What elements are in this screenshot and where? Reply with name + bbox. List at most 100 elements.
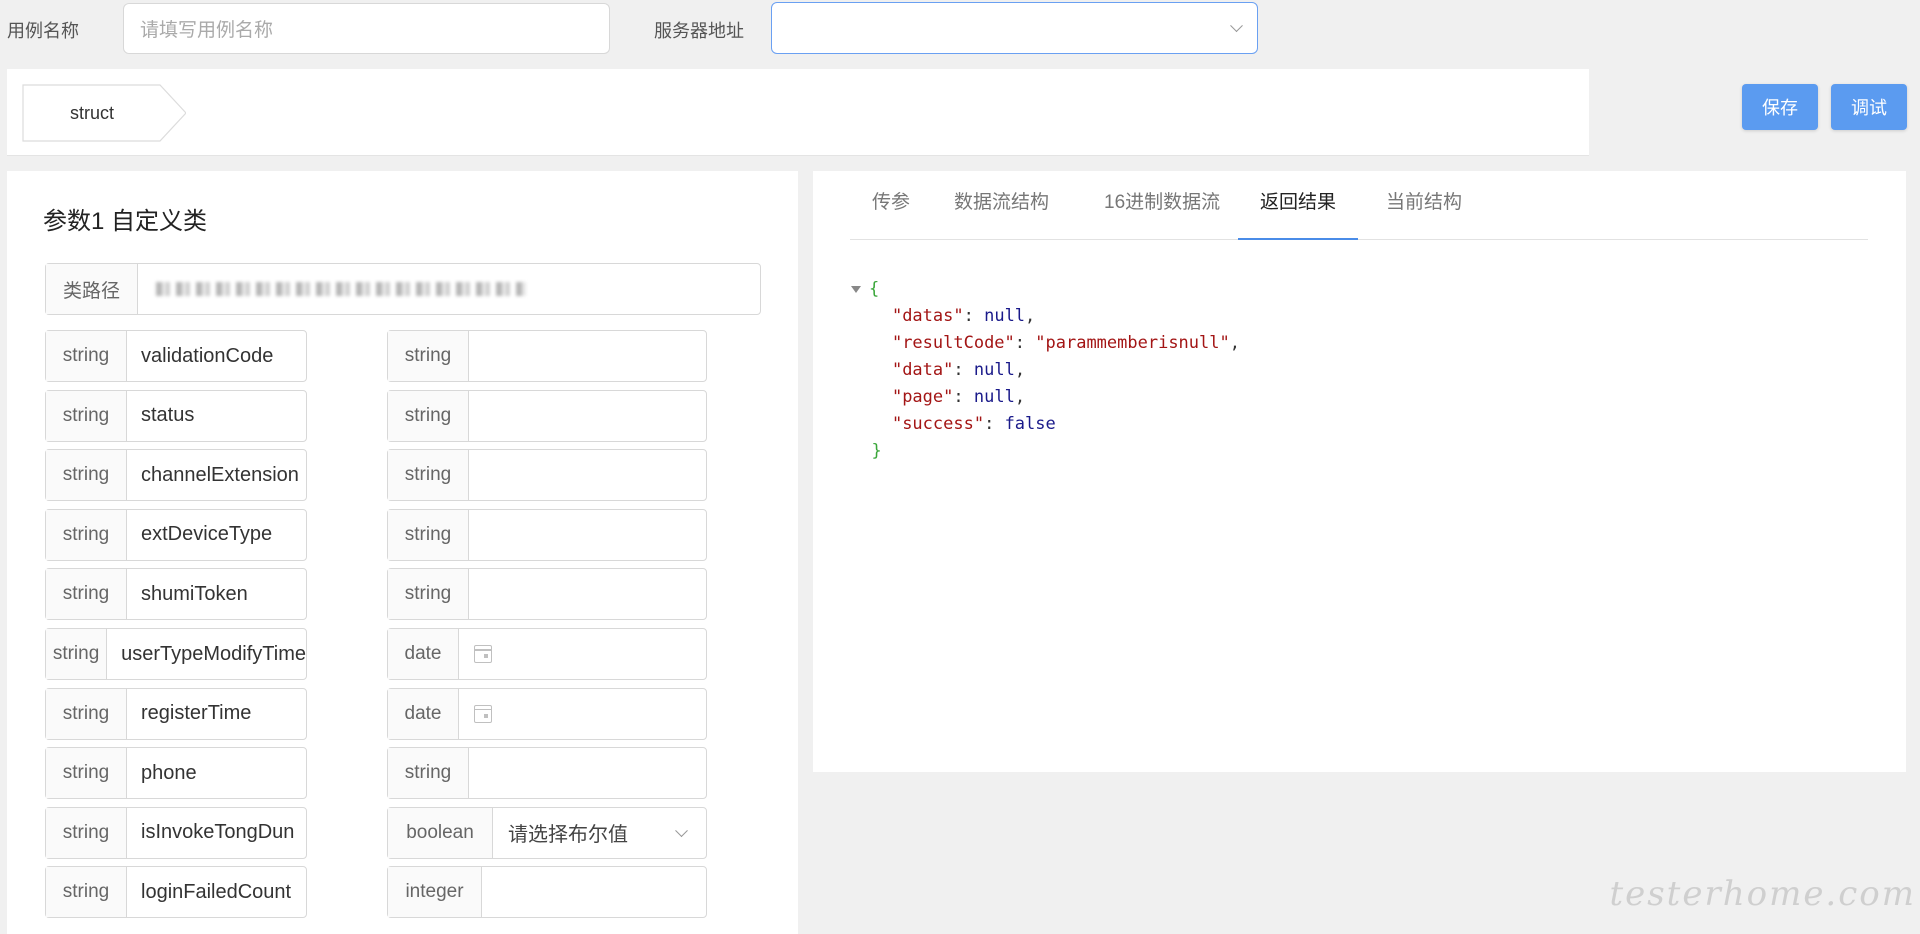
- field-row: string status string: [45, 389, 707, 442]
- json-value: null: [973, 387, 1015, 407]
- field-name-input[interactable]: string userTypeModifyTime: [45, 628, 307, 680]
- struct-tag[interactable]: struct: [22, 84, 186, 142]
- field-value-input[interactable]: string: [387, 330, 707, 382]
- server-address-label: 服务器地址: [654, 21, 744, 41]
- field-type-label: string: [46, 509, 127, 560]
- field-value-input[interactable]: integer: [387, 866, 707, 919]
- json-line: "data": null,: [891, 360, 1026, 380]
- json-line: "success": false: [891, 414, 1056, 434]
- tab-2[interactable]: 16进制数据流: [1082, 171, 1242, 240]
- field-type-label: string: [46, 867, 127, 918]
- json-value: null: [973, 360, 1015, 380]
- field-name-value: registerTime: [141, 702, 252, 725]
- field-row: string registerTime date: [45, 687, 707, 740]
- field-name-input[interactable]: string loginFailedCount: [45, 866, 307, 919]
- field-name-value: loginFailedCount: [141, 880, 292, 903]
- field-value-input[interactable]: boolean 请选择布尔值: [387, 806, 707, 859]
- field-value-input[interactable]: string: [387, 747, 707, 800]
- field-type-label: string: [46, 748, 127, 799]
- case-name-label: 用例名称: [7, 21, 79, 41]
- field-name-input[interactable]: string channelExtension: [45, 449, 307, 502]
- value-field[interactable]: [482, 867, 706, 917]
- debug-button[interactable]: 调试: [1831, 84, 1907, 130]
- boolean-select-placeholder: 请选择布尔值: [508, 824, 628, 847]
- field-name-value: status: [141, 404, 195, 427]
- chevron-down-icon: [1230, 19, 1243, 33]
- field-name-value: extDeviceType: [141, 523, 273, 546]
- field-row: string phone string: [45, 747, 707, 800]
- field-name-input[interactable]: string shumiToken: [45, 568, 307, 621]
- field-name-input[interactable]: string phone: [45, 747, 307, 800]
- json-key: "datas": [891, 306, 964, 326]
- save-button[interactable]: 保存: [1742, 84, 1818, 130]
- value-type-label: integer: [388, 867, 482, 918]
- tab-1[interactable]: 数据流结构: [932, 171, 1071, 240]
- field-type-label: string: [46, 807, 127, 858]
- parameter-title: 参数1 自定义类: [43, 208, 208, 235]
- field-value-input[interactable]: date: [387, 687, 707, 740]
- field-name-value: channelExtension: [141, 463, 299, 486]
- class-path-value-redacted: [138, 264, 760, 314]
- value-field[interactable]: [459, 689, 706, 739]
- json-brace: }: [871, 441, 882, 461]
- field-row: string isInvokeTongDun boolean 请选择布尔值: [45, 806, 707, 859]
- tab-4[interactable]: 当前结构: [1364, 171, 1484, 240]
- json-key: "page": [891, 387, 954, 407]
- value-field[interactable]: [469, 569, 706, 619]
- tab-0[interactable]: 传参: [850, 171, 932, 240]
- value-field[interactable]: [459, 629, 706, 679]
- json-line: "datas": null,: [891, 306, 1036, 326]
- field-name-value: validationCode: [141, 344, 274, 367]
- field-name-value: phone: [141, 761, 197, 784]
- field-type-label: string: [46, 450, 127, 501]
- field-value-input[interactable]: string: [387, 568, 707, 621]
- field-name-input[interactable]: string status: [45, 389, 307, 442]
- field-row: string shumiToken string: [45, 568, 707, 621]
- json-line: "resultCode": "parammemberisnull",: [891, 333, 1240, 353]
- json-key: "data": [891, 360, 954, 380]
- parameter-panel: 参数1 自定义类 类路径 string validationCode string s…: [7, 171, 798, 934]
- value-field[interactable]: [469, 331, 706, 381]
- value-type-label: string: [388, 569, 469, 620]
- field-name-value: userTypeModifyTime: [121, 642, 306, 665]
- value-field[interactable]: [469, 510, 706, 560]
- field-name-value: shumiToken: [141, 582, 248, 605]
- value-field[interactable]: [469, 391, 706, 441]
- json-close-line: }: [851, 438, 1240, 465]
- calendar-icon[interactable]: [474, 645, 492, 663]
- case-name-placeholder: 请填写用例名称: [140, 20, 274, 41]
- value-type-label: boolean: [388, 807, 493, 858]
- field-type-label: string: [46, 390, 127, 441]
- value-field[interactable]: 请选择布尔值: [493, 808, 706, 858]
- field-value-input[interactable]: string: [387, 449, 707, 502]
- struct-breadcrumb-bar: struct: [7, 69, 1589, 156]
- field-type-label: string: [46, 331, 127, 381]
- json-value: null: [984, 306, 1026, 326]
- field-name-input[interactable]: string isInvokeTongDun: [45, 806, 307, 859]
- field-value-input[interactable]: string: [387, 389, 707, 442]
- json-key: "resultCode": [891, 333, 1015, 353]
- case-name-input[interactable]: 请填写用例名称: [123, 3, 610, 54]
- server-address-select[interactable]: [771, 2, 1258, 54]
- collapse-toggle-icon[interactable]: [851, 285, 861, 293]
- field-value-input[interactable]: string: [387, 508, 707, 561]
- field-type-label: string: [46, 629, 108, 679]
- field-name-value: isInvokeTongDun: [141, 821, 295, 844]
- field-name-input[interactable]: string extDeviceType: [45, 508, 307, 561]
- field-row: string loginFailedCount integer: [45, 866, 707, 919]
- field-row: string validationCode string: [45, 330, 707, 382]
- field-name-input[interactable]: string validationCode: [45, 330, 307, 382]
- field-type-label: string: [46, 688, 127, 739]
- field-name-input[interactable]: string registerTime: [45, 687, 307, 740]
- class-path-input[interactable]: 类路径: [45, 263, 761, 315]
- json-open-line: {: [851, 276, 1240, 303]
- field-value-input[interactable]: date: [387, 628, 707, 680]
- field-type-label: string: [46, 569, 127, 620]
- tab-3[interactable]: 返回结果: [1238, 171, 1359, 240]
- watermark: testerhome.com: [1609, 874, 1916, 914]
- struct-tag-label: struct: [69, 103, 114, 123]
- value-field[interactable]: [469, 748, 706, 798]
- value-field[interactable]: [469, 450, 706, 500]
- value-type-label: string: [388, 390, 469, 441]
- calendar-icon[interactable]: [474, 704, 492, 723]
